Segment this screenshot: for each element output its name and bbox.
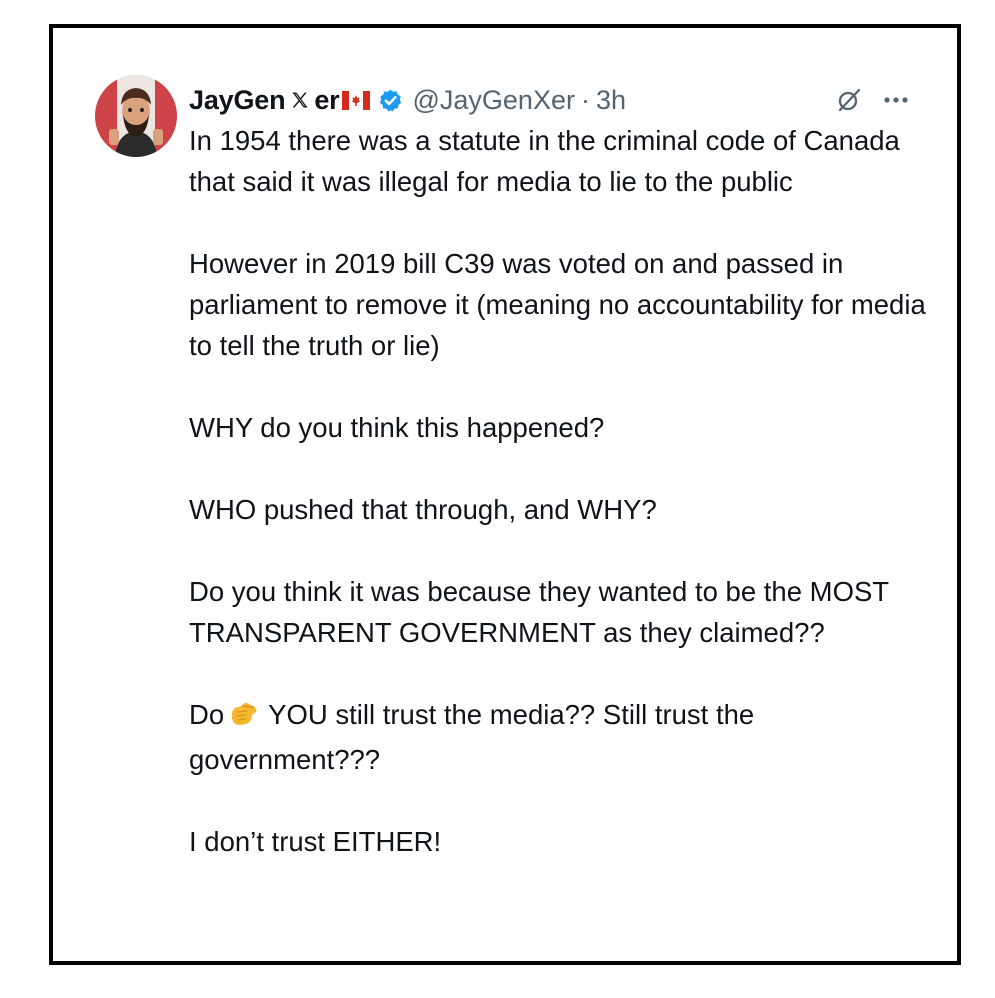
canada-flag-icon xyxy=(342,90,371,110)
tweet-paragraph-4: WHO pushed that through, and WHY? xyxy=(189,494,657,525)
grok-icon[interactable] xyxy=(835,86,863,114)
tweet-paragraph-6-start: Do xyxy=(189,699,225,730)
more-options-icon[interactable] xyxy=(883,96,909,104)
separator-dot: · xyxy=(580,84,590,115)
tweet-header: JayGen er @JayGenXer · 3h xyxy=(189,80,909,120)
pointing-hand-emoji xyxy=(228,698,260,739)
tweet-paragraph-2: However in 2019 bill C39 was voted on an… xyxy=(189,248,926,361)
avatar[interactable] xyxy=(95,75,177,157)
tweet-paragraph-6-end: YOU still trust the media?? Still trust … xyxy=(189,699,755,775)
tweet-body: In 1954 there was a statute in the crimi… xyxy=(189,120,927,862)
tweet-frame: JayGen er @JayGenXer · 3h In 1954 there … xyxy=(49,24,961,965)
timestamp[interactable]: 3h xyxy=(596,85,626,116)
user-handle[interactable]: @JayGenXer xyxy=(412,85,574,116)
display-name-second[interactable]: er xyxy=(314,85,339,116)
tweet-paragraph-3: WHY do you think this happened? xyxy=(189,412,605,443)
avatar-image xyxy=(95,75,177,157)
tweet-paragraph-1: In 1954 there was a statute in the crimi… xyxy=(189,125,900,197)
verified-badge-icon xyxy=(378,88,403,113)
x-logo-icon xyxy=(290,90,310,110)
tweet-paragraph-7: I don’t trust EITHER! xyxy=(189,826,442,857)
tweet-paragraph-6: Do YOU still trust the media?? Still tru… xyxy=(189,694,927,780)
display-name-first[interactable]: JayGen xyxy=(189,85,286,116)
tweet-paragraph-5: Do you think it was because they wanted … xyxy=(189,576,889,648)
